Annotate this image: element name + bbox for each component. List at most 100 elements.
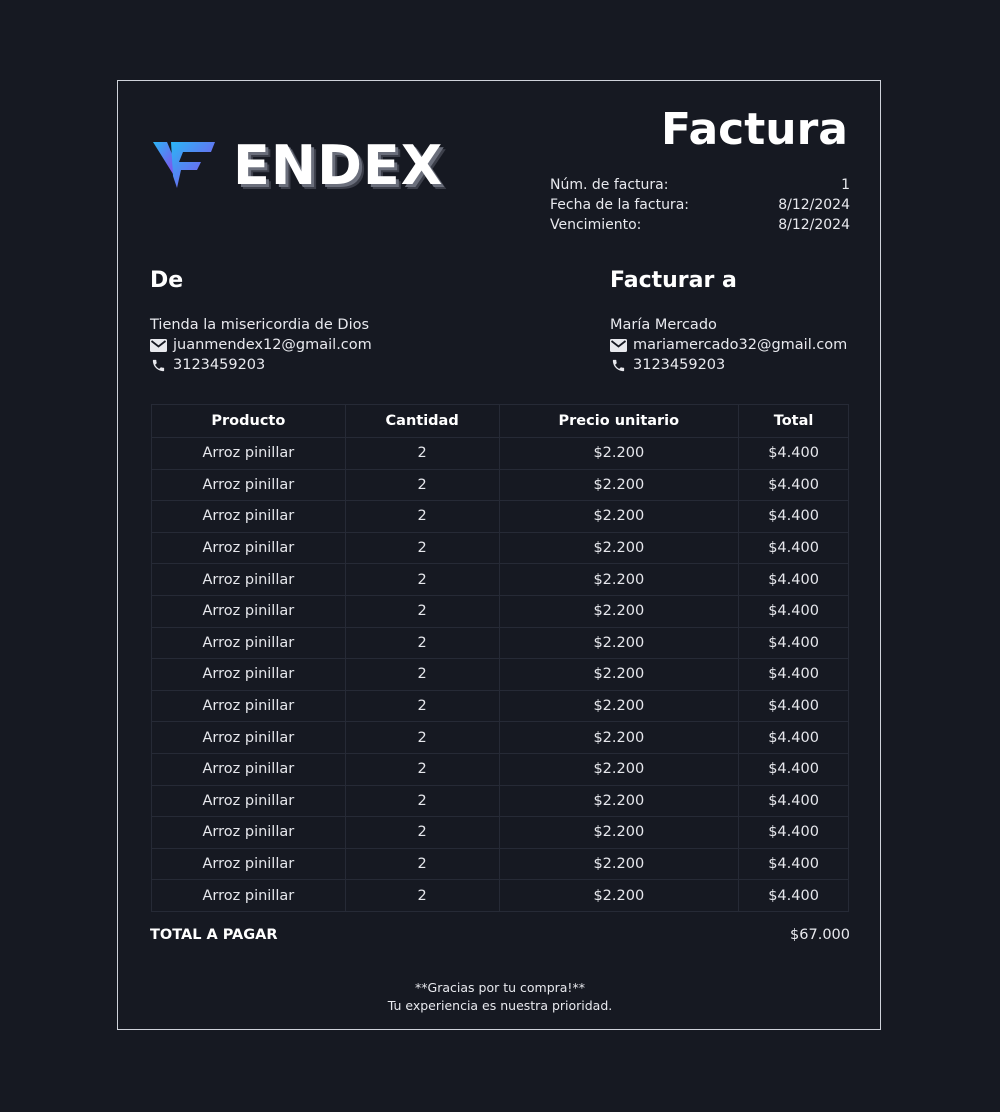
from-heading: De: [150, 268, 184, 293]
invoice-date-value: 8/12/2024: [778, 197, 850, 213]
cell-unit-price: $2.200: [498, 689, 740, 723]
table-row: Arroz pinillar 2 $2.200 $4.400: [151, 752, 849, 786]
invoice-number-row: Núm. de factura: 1: [550, 175, 850, 195]
cell-product: Arroz pinillar: [151, 689, 346, 723]
cell-unit-price: $2.200: [498, 531, 740, 565]
bill-to-email[interactable]: mariamercado32@gmail.com: [633, 335, 847, 355]
cell-product: Arroz pinillar: [151, 658, 346, 691]
table-row: Arroz pinillar 2 $2.200 $4.400: [151, 721, 849, 754]
from-phone: 3123459203: [173, 357, 266, 373]
table-row: Arroz pinillar 2 $2.200 $4.400: [151, 531, 849, 565]
mail-icon: [610, 337, 627, 353]
column-header-total: Total: [738, 404, 849, 438]
company-logo: ENDEX: [153, 136, 453, 196]
table-row: Arroz pinillar 2 $2.200 $4.400: [151, 784, 849, 818]
table-row: Arroz pinillar 2 $2.200 $4.400: [151, 626, 849, 660]
grand-total-value: $67.000: [790, 927, 850, 943]
cell-quantity: 2: [344, 437, 500, 470]
cell-total: $4.400: [738, 437, 849, 470]
cell-quantity: 2: [344, 626, 500, 660]
cell-unit-price: $2.200: [498, 626, 740, 660]
cell-unit-price: $2.200: [498, 437, 740, 470]
table-row: Arroz pinillar 2 $2.200 $4.400: [151, 563, 849, 596]
cell-unit-price: $2.200: [498, 879, 740, 912]
cell-product: Arroz pinillar: [151, 563, 346, 596]
cell-unit-price: $2.200: [498, 594, 740, 628]
cell-total: $4.400: [738, 500, 849, 533]
bill-to-phone: 3123459203: [633, 357, 726, 373]
invoice-date-label: Fecha de la factura:: [550, 197, 689, 213]
cell-product: Arroz pinillar: [151, 721, 346, 754]
cell-unit-price: $2.200: [498, 721, 740, 754]
from-phone-line: 3123459203: [150, 355, 372, 375]
table-row: Arroz pinillar 2 $2.200 $4.400: [151, 658, 849, 691]
cell-quantity: 2: [344, 721, 500, 754]
table-header-row: Producto Cantidad Precio unitario Total: [151, 404, 849, 438]
cell-quantity: 2: [344, 752, 500, 786]
cell-product: Arroz pinillar: [151, 626, 346, 660]
cell-product: Arroz pinillar: [151, 500, 346, 533]
cell-quantity: 2: [344, 500, 500, 533]
cell-total: $4.400: [738, 563, 849, 596]
cell-quantity: 2: [344, 784, 500, 818]
cell-total: $4.400: [738, 721, 849, 754]
priority-line: Tu experiencia es nuestra prioridad.: [387, 998, 613, 1013]
items-table: Producto Cantidad Precio unitario Total …: [151, 404, 849, 912]
from-name: Tienda la misericordia de Dios: [150, 317, 370, 333]
cell-total: $4.400: [738, 594, 849, 628]
cell-total: $4.400: [738, 468, 849, 502]
cell-unit-price: $2.200: [498, 500, 740, 533]
invoice-number-label: Núm. de factura:: [550, 177, 669, 193]
logo-mark-icon: [153, 142, 215, 188]
table-row: Arroz pinillar 2 $2.200 $4.400: [151, 816, 849, 849]
cell-unit-price: $2.200: [498, 784, 740, 818]
cell-total: $4.400: [738, 879, 849, 912]
due-date-row: Vencimiento: 8/12/2024: [550, 215, 850, 235]
cell-total: $4.400: [738, 784, 849, 818]
invoice-date-row: Fecha de la factura: 8/12/2024: [550, 195, 850, 215]
thank-you-line: **Gracias por tu compra!**: [415, 980, 585, 995]
cell-total: $4.400: [738, 847, 849, 881]
bill-to-email-line: mariamercado32@gmail.com: [610, 335, 847, 355]
from-section: De Tienda la misericordia de Dios juanme…: [150, 265, 372, 375]
invoice-document: ENDEX Factura Núm. de factura: 1 Fecha d…: [117, 80, 881, 1030]
invoice-title: Factura: [661, 104, 848, 155]
cell-quantity: 2: [344, 658, 500, 691]
phone-icon: [150, 357, 167, 373]
column-header-product: Producto: [151, 404, 346, 438]
table-row: Arroz pinillar 2 $2.200 $4.400: [151, 847, 849, 881]
cell-product: Arroz pinillar: [151, 468, 346, 502]
cell-product: Arroz pinillar: [151, 879, 346, 912]
table-row: Arroz pinillar 2 $2.200 $4.400: [151, 689, 849, 723]
cell-product: Arroz pinillar: [151, 437, 346, 470]
invoice-meta: Núm. de factura: 1 Fecha de la factura: …: [550, 175, 850, 235]
cell-product: Arroz pinillar: [151, 531, 346, 565]
from-email-line: juanmendex12@gmail.com: [150, 335, 372, 355]
cell-total: $4.400: [738, 816, 849, 849]
cell-quantity: 2: [344, 563, 500, 596]
column-header-unit-price: Precio unitario: [498, 404, 740, 438]
cell-product: Arroz pinillar: [151, 594, 346, 628]
from-email[interactable]: juanmendex12@gmail.com: [173, 335, 372, 355]
table-row: Arroz pinillar 2 $2.200 $4.400: [151, 594, 849, 628]
column-header-quantity: Cantidad: [344, 404, 500, 438]
cell-quantity: 2: [344, 594, 500, 628]
cell-unit-price: $2.200: [498, 468, 740, 502]
bill-to-phone-line: 3123459203: [610, 355, 847, 375]
logo-text: ENDEX: [233, 134, 444, 197]
cell-total: $4.400: [738, 531, 849, 565]
cell-unit-price: $2.200: [498, 752, 740, 786]
cell-unit-price: $2.200: [498, 847, 740, 881]
cell-total: $4.400: [738, 626, 849, 660]
due-date-value: 8/12/2024: [778, 217, 850, 233]
phone-icon: [610, 357, 627, 373]
cell-quantity: 2: [344, 816, 500, 849]
cell-product: Arroz pinillar: [151, 816, 346, 849]
invoice-number-value: 1: [841, 177, 850, 193]
table-body: Arroz pinillar 2 $2.200 $4.400 Arroz pinilla…: [151, 437, 849, 912]
table-row: Arroz pinillar 2 $2.200 $4.400: [151, 500, 849, 533]
footer-note: **Gracias por tu compra!** Tu experienci…: [118, 979, 882, 1015]
table-row: Arroz pinillar 2 $2.200 $4.400: [151, 468, 849, 502]
grand-total-label: TOTAL A PAGAR: [150, 927, 278, 943]
grand-total-row: TOTAL A PAGAR $67.000: [150, 927, 850, 943]
